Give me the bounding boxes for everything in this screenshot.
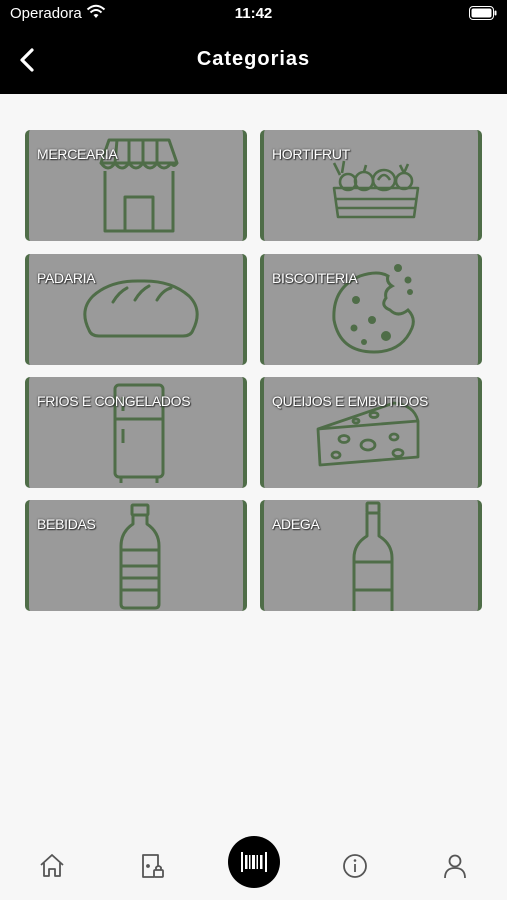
battery-icon	[469, 6, 497, 20]
scan-barcode-button[interactable]	[228, 836, 280, 888]
category-label: PADARIA	[37, 270, 96, 286]
bottle-icon	[119, 503, 161, 610]
barcode-scanner-icon	[241, 852, 267, 872]
category-label: QUEIJOS E EMBUTIDOS	[272, 393, 429, 409]
category-label: BISCOITERIA	[272, 270, 358, 286]
locked-door-icon[interactable]	[138, 852, 166, 880]
category-label: ADEGA	[272, 516, 320, 532]
navigation-header: Operadora 11:42 Categorias	[0, 0, 507, 94]
category-card-hortifrut[interactable]: HORTIFRUT	[260, 130, 482, 241]
cheese-icon	[316, 401, 420, 467]
status-bar: Operadora 11:42	[0, 0, 507, 28]
category-label: HORTIFRUT	[272, 146, 350, 162]
bread-icon	[83, 279, 199, 338]
wine-bottle-icon	[352, 501, 394, 611]
clock: 11:42	[234, 5, 273, 22]
category-card-padaria[interactable]: PADARIA	[25, 254, 247, 365]
category-card-queijos-e-embutidos[interactable]: QUEIJOS E EMBUTIDOS	[260, 377, 482, 488]
category-card-biscoiteria[interactable]: BISCOITERIA	[260, 254, 482, 365]
category-label: FRIOS E CONGELADOS	[37, 393, 191, 409]
vegetable-crate-icon	[332, 160, 420, 219]
category-card-bebidas[interactable]: BEBIDAS	[25, 500, 247, 611]
info-icon[interactable]	[341, 852, 369, 880]
category-label: MERCEARIA	[37, 146, 118, 162]
user-icon[interactable]	[441, 852, 469, 880]
page-title: Categorias	[196, 48, 311, 70]
bottom-tab-bar	[0, 830, 507, 900]
category-label: BEBIDAS	[37, 516, 96, 532]
category-card-frios-e-congelados[interactable]: FRIOS E CONGELADOS	[25, 377, 247, 488]
home-icon[interactable]	[38, 852, 66, 880]
category-card-mercearia[interactable]: MERCEARIA	[25, 130, 247, 241]
category-card-adega[interactable]: ADEGA	[260, 500, 482, 611]
